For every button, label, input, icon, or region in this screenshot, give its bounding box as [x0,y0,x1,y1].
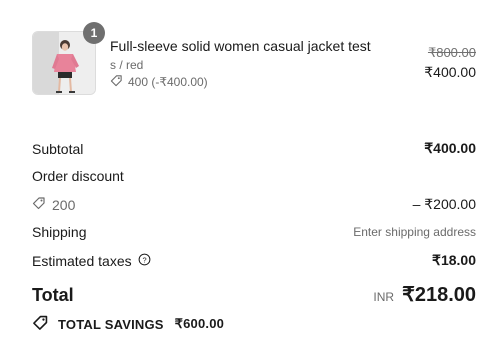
tag-icon [110,74,123,90]
quantity-badge: 1 [83,22,105,44]
shipping-label: Shipping [32,224,87,240]
total-label: Total [32,285,74,305]
total-savings: TOTAL SAVINGS ₹600.00 [32,314,224,334]
savings-label: TOTAL SAVINGS [58,316,164,332]
discount-code: 200 [32,196,75,213]
product-original-price: ₹800.00 [427,45,476,60]
product-variant: s / red [110,58,144,72]
savings-amount: ₹600.00 [174,316,225,331]
savings-tag-icon [32,314,49,334]
total-value: ₹218.00 [402,284,476,306]
currency-code: INR [373,290,395,304]
subtotal-value: ₹400.00 [424,140,476,156]
order-discount-label: Order discount [32,168,124,184]
subtotal-label: Subtotal [32,140,84,157]
product-thumbnail-wrap: 1 [32,22,105,95]
info-icon[interactable]: ? [138,253,151,269]
order-discount-row: Order discount [32,168,476,184]
taxes-label-text: Estimated taxes [32,252,132,269]
product-discount-text: 400 (-₹400.00) [128,75,208,89]
taxes-value: ₹18.00 [432,252,476,268]
subtotal-row: Subtotal ₹400.00 [32,140,476,157]
product-discount: 400 (-₹400.00) [110,74,208,90]
product-price: ₹400.00 [424,64,476,80]
svg-text:?: ? [142,255,146,264]
total-row: Total INR ₹218.00 [32,282,476,307]
total-amount: INR ₹218.00 [373,282,476,307]
tag-icon [32,196,46,213]
taxes-label: Estimated taxes ? [32,253,151,269]
shipping-value: Enter shipping address [353,225,476,239]
taxes-row: Estimated taxes ? ₹18.00 [32,252,476,269]
discount-code-text: 200 [52,196,76,213]
shipping-row: Shipping Enter shipping address [32,224,476,240]
discount-code-row: 200 – ₹200.00 [32,196,476,213]
line-item: 1 Full-sleeve solid women casual jacket … [32,22,476,100]
discount-value: – ₹200.00 [412,196,476,212]
product-title: Full-sleeve solid women casual jacket te… [110,38,371,54]
